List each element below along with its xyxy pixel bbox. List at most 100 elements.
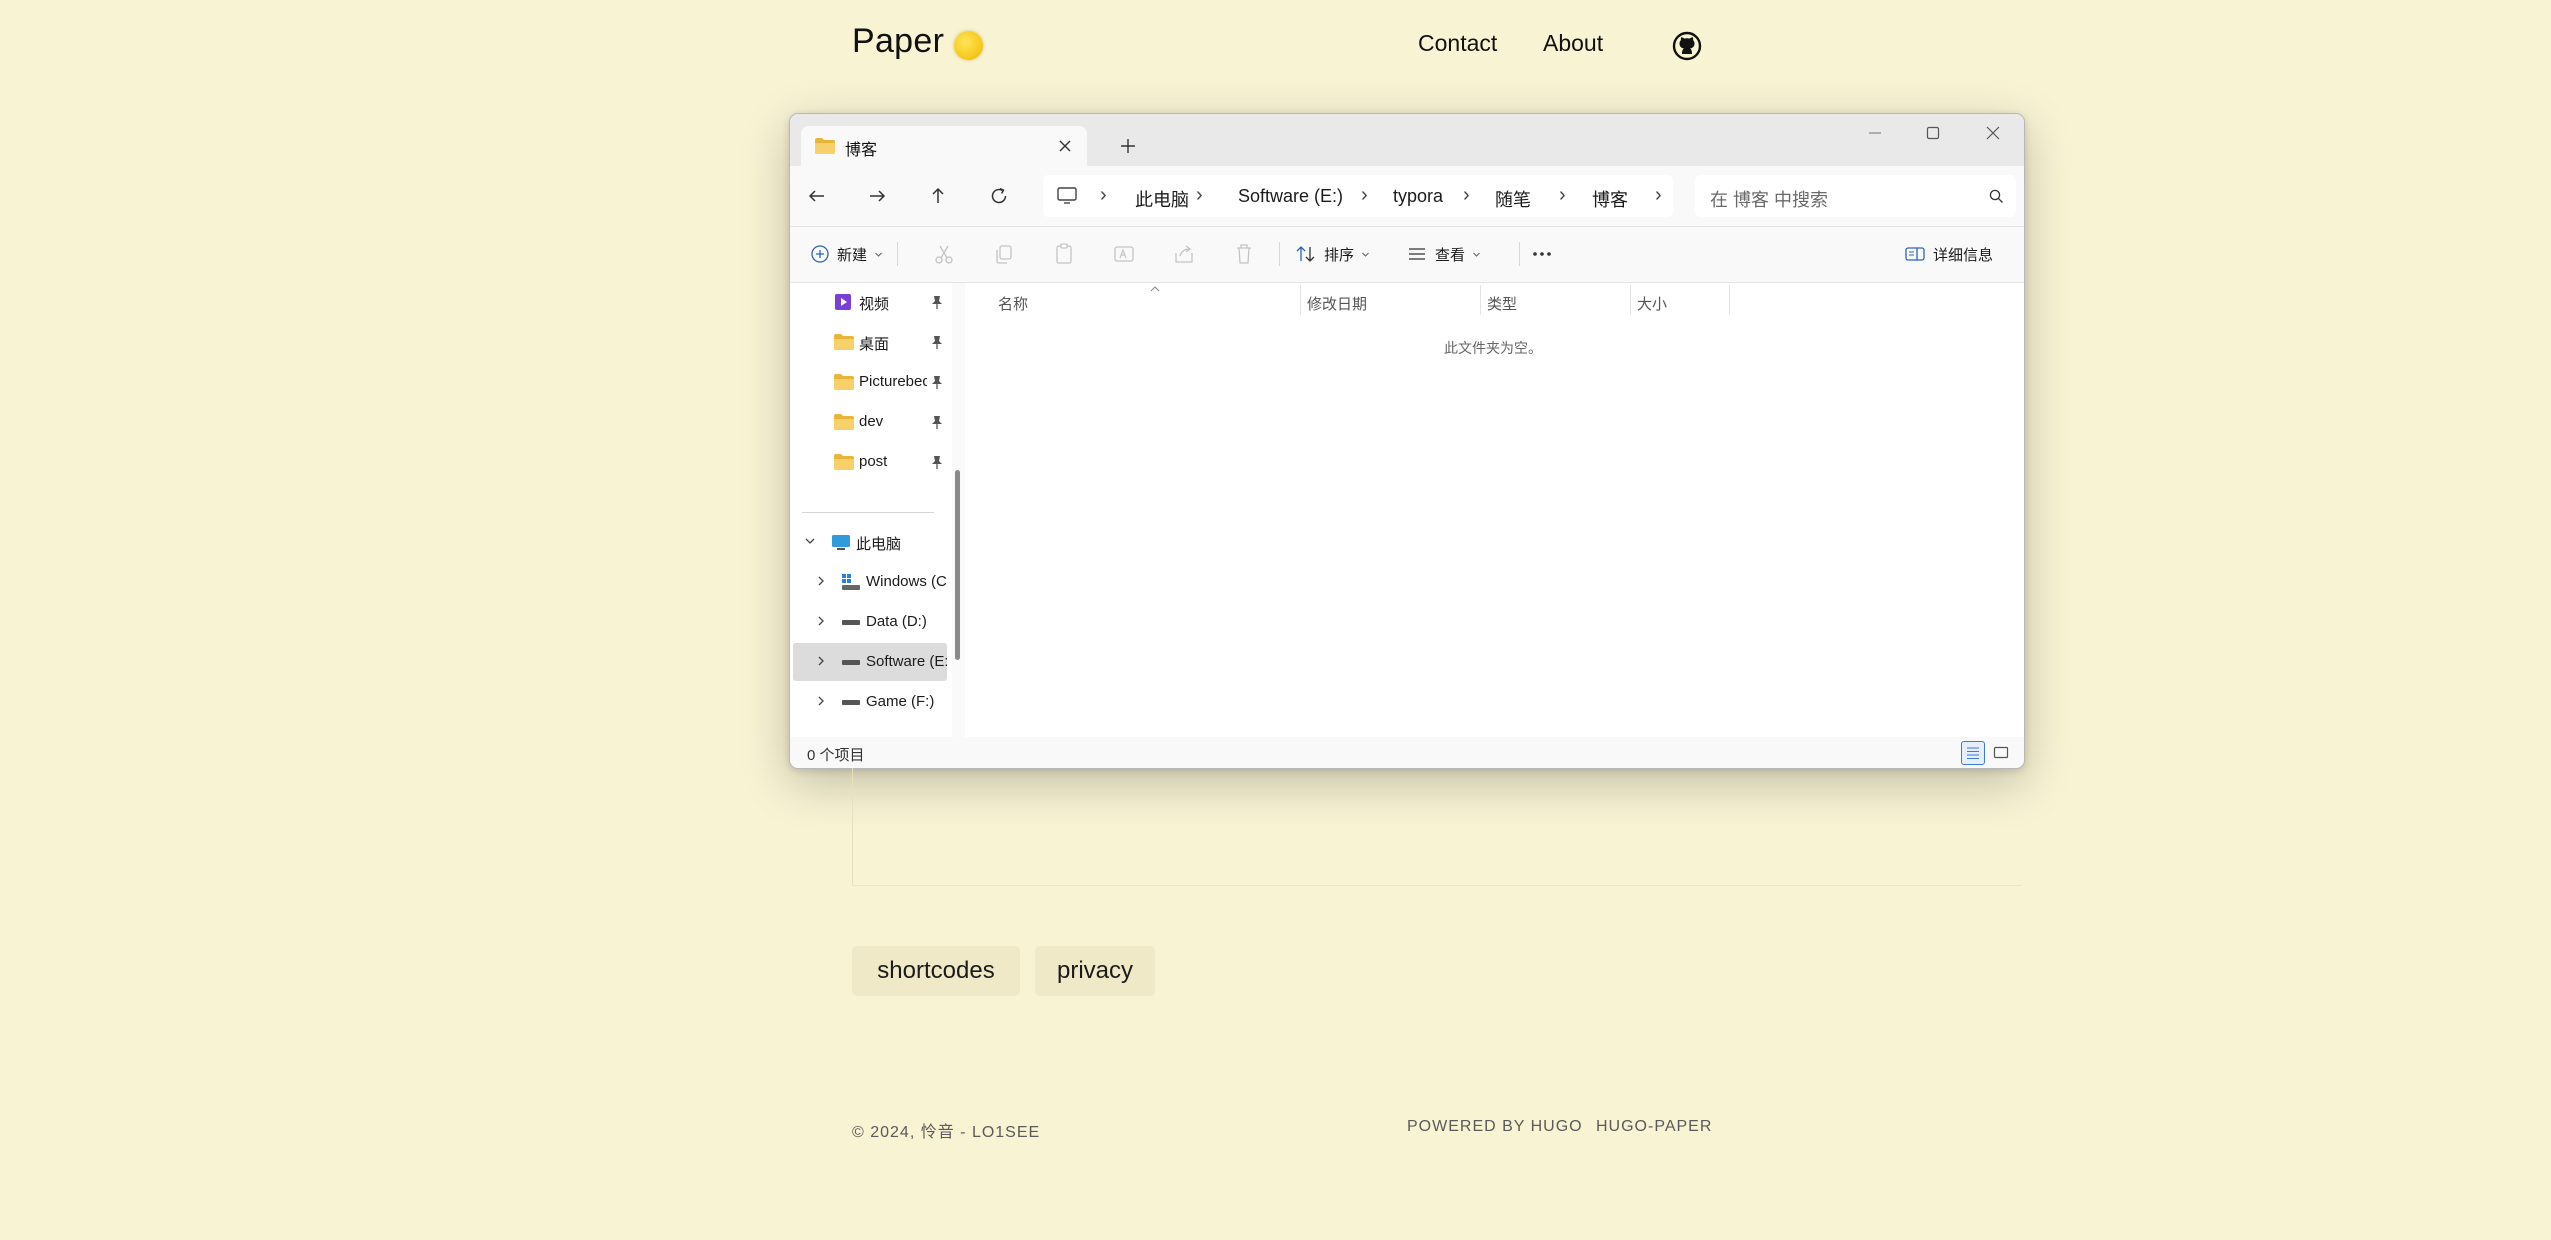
toolbar-divider [897,242,898,266]
chevron-right-icon[interactable]: › [1100,184,1107,207]
sort-button[interactable]: 排序 [1295,240,1370,268]
column-divider[interactable] [1300,285,1301,315]
rename-icon[interactable] [1111,241,1137,267]
sidebar-item-windows-drive[interactable]: Windows (C:) [793,563,947,601]
footer-theme-link[interactable]: HUGO-PAPER [1596,1118,1712,1136]
folder-icon [834,374,854,390]
theme-toggle-button[interactable] [954,31,983,60]
new-button[interactable]: 新建 [810,240,883,268]
paste-icon[interactable] [1051,241,1077,267]
chevron-down-icon [1473,252,1480,257]
sidebar-item-label: Data (D:) [866,613,927,630]
navigation-pane: 视频 桌面 Picturebed dev post 此电脑 Windows (C… [790,283,965,737]
sidebar-item-dev[interactable]: dev [793,403,947,441]
footer-powered-by-link[interactable]: POWERED BY HUGO [1407,1118,1583,1136]
scrollbar-thumb[interactable] [955,470,960,660]
breadcrumb-software-drive[interactable]: Software (E:) [1238,186,1343,207]
window-titlebar[interactable]: 博客 [790,114,2024,166]
pin-icon[interactable] [930,454,944,470]
view-button[interactable]: 查看 [1406,240,1481,268]
breadcrumb-suibi[interactable]: 随笔 [1495,186,1531,212]
chevron-right-icon[interactable]: › [1655,184,1662,207]
pin-icon[interactable] [930,294,944,310]
close-window-icon[interactable] [1982,122,2004,144]
breadcrumb-blog[interactable]: 博客 [1592,186,1628,212]
sort-icon [1296,246,1315,262]
more-options-icon[interactable] [1529,241,1555,267]
delete-icon[interactable] [1231,241,1257,267]
chevron-right-icon[interactable] [814,654,828,668]
sidebar-item-label: 此电脑 [856,536,902,553]
details-pane-button[interactable]: 详细信息 [1904,240,1993,268]
pin-icon[interactable] [930,414,944,430]
column-header-name[interactable]: 名称 [998,293,1028,314]
breadcrumb-typora[interactable]: typora [1393,186,1443,207]
close-tab-icon[interactable] [1055,136,1075,156]
back-arrow-icon[interactable] [804,183,830,209]
pin-icon[interactable] [930,374,944,390]
new-tab-icon[interactable] [1118,136,1138,156]
tiles-view-icon[interactable] [1993,745,2009,761]
computer-icon [832,535,850,550]
tag-privacy[interactable]: privacy [1035,946,1155,996]
nav-contact-link[interactable]: Contact [1418,30,1497,57]
chevron-right-icon[interactable]: › [1463,184,1470,207]
maximize-icon[interactable] [1922,122,1944,144]
sidebar-item-picturebed[interactable]: Picturebed [793,363,947,401]
up-arrow-icon[interactable] [925,183,951,209]
sidebar-item-label: Software (E:) [866,653,947,670]
address-bar[interactable]: › 此电脑 › Software (E:) › typora › 随笔 › 博客… [1043,175,1673,217]
details-view-button[interactable] [1961,741,1985,765]
drive-icon [842,620,860,625]
column-header-type[interactable]: 类型 [1487,293,1517,314]
forward-arrow-icon[interactable] [864,183,890,209]
sidebar-item-desktop[interactable]: 桌面 [793,323,947,361]
chevron-right-icon[interactable]: › [1361,184,1368,207]
file-list[interactable]: 名称 修改日期 类型 大小 此文件夹为空。 [966,283,2024,737]
column-header-modified[interactable]: 修改日期 [1307,293,1367,314]
sidebar-item-game-drive[interactable]: Game (F:) [793,683,947,721]
chevron-right-icon[interactable] [814,694,828,708]
sidebar-item-label: 桌面 [859,336,890,353]
copy-icon[interactable] [991,241,1017,267]
search-icon[interactable] [1988,188,2005,205]
add-circle-icon [811,245,829,263]
chevron-right-icon[interactable] [814,614,828,628]
chevron-down-icon [875,252,882,257]
sort-label: 排序 [1324,246,1355,264]
breadcrumb-this-pc[interactable]: 此电脑 [1135,186,1189,212]
column-header-size[interactable]: 大小 [1637,293,1667,314]
chevron-right-icon[interactable]: › [1196,184,1203,207]
windows-drive-icon [842,574,860,590]
sidebar-item-software-drive[interactable]: Software (E:) [793,643,947,681]
sidebar-item-post[interactable]: post [793,443,947,481]
details-view-icon [1967,747,1979,759]
chevron-right-icon[interactable]: › [1559,184,1566,207]
share-icon[interactable] [1171,241,1197,267]
sidebar-item-this-pc[interactable]: 此电脑 [793,523,947,561]
github-icon[interactable] [1672,31,1702,61]
details-pane-icon [1905,247,1925,261]
file-explorer-window: 博客 › 此电脑 › Software (E:) › typora › 随笔 ›… [789,113,2025,769]
column-divider[interactable] [1630,285,1631,315]
cut-icon[interactable] [931,241,957,267]
pin-icon[interactable] [930,334,944,350]
chevron-down-icon [1362,252,1369,257]
folder-icon [834,414,854,430]
minimize-icon[interactable] [1864,122,1886,144]
refresh-icon[interactable] [986,183,1012,209]
new-label: 新建 [837,246,868,264]
column-divider[interactable] [1729,285,1730,315]
search-box[interactable]: 在 博客 中搜索 [1695,175,2016,217]
site-title[interactable]: Paper [852,22,944,61]
sidebar-item-videos[interactable]: 视频 [793,283,947,321]
nav-about-link[interactable]: About [1543,30,1603,57]
sidebar-scrollbar[interactable] [952,283,965,737]
sidebar-divider [802,512,934,513]
column-divider[interactable] [1480,285,1481,315]
chevron-down-icon[interactable] [803,534,817,548]
chevron-right-icon[interactable] [814,574,828,588]
explorer-tab[interactable]: 博客 [801,126,1087,166]
tag-shortcodes[interactable]: shortcodes [852,946,1020,996]
sidebar-item-data-drive[interactable]: Data (D:) [793,603,947,641]
